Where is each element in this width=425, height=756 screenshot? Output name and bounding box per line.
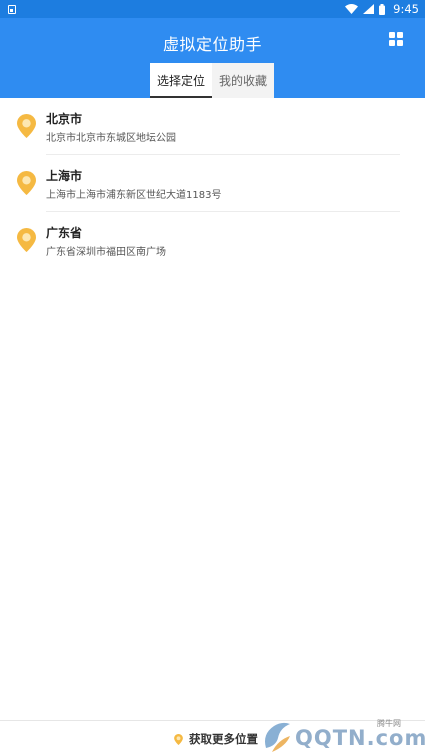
watermark-small-text: 腾牛网 xyxy=(377,719,401,728)
tab-favorites[interactable]: 我的收藏 xyxy=(212,63,274,98)
location-name: 上海市 xyxy=(46,169,83,183)
status-left xyxy=(8,4,16,14)
status-bar: 9:45 xyxy=(0,0,425,18)
location-pin-icon xyxy=(17,114,36,138)
location-pin-icon xyxy=(17,171,36,195)
notification-icon xyxy=(8,4,16,14)
list-item[interactable]: 北京市 北京市北京市东城区地坛公园 xyxy=(0,98,425,155)
grid-menu-icon[interactable] xyxy=(389,32,403,46)
page-title: 虚拟定位助手 xyxy=(162,35,262,54)
tab-select-location[interactable]: 选择定位 xyxy=(150,63,212,98)
location-name: 北京市 xyxy=(46,112,83,126)
location-address: 上海市上海市浦东新区世纪大道1183号 xyxy=(46,190,222,201)
location-list: 北京市 北京市北京市东城区地坛公园 上海市 上海市上海市浦东新区世纪大道1183… xyxy=(0,98,425,269)
watermark-logo-icon xyxy=(265,722,290,752)
watermark: QQTN.com 腾牛网 xyxy=(258,714,425,756)
location-address: 广东省深圳市福田区南广场 xyxy=(46,247,166,258)
location-name: 广东省 xyxy=(46,226,83,240)
get-more-locations-button[interactable]: 获取更多位置 xyxy=(174,731,258,747)
wifi-icon xyxy=(345,4,359,14)
get-more-locations-label: 获取更多位置 xyxy=(189,732,258,746)
status-time: 9:45 xyxy=(393,2,419,16)
status-right: 9:45 xyxy=(345,2,419,16)
list-item[interactable]: 广东省 广东省深圳市福田区南广场 xyxy=(0,212,425,269)
location-pin-icon xyxy=(17,228,36,252)
location-address: 北京市北京市东城区地坛公园 xyxy=(46,133,176,144)
app-header: 虚拟定位助手 选择定位 我的收藏 xyxy=(0,18,425,98)
location-pin-icon xyxy=(174,733,183,745)
signal-icon xyxy=(363,4,375,14)
battery-icon xyxy=(379,3,386,15)
list-item[interactable]: 上海市 上海市上海市浦东新区世纪大道1183号 xyxy=(0,155,425,212)
tab-bar: 选择定位 我的收藏 xyxy=(150,63,274,98)
watermark-text: QQTN.com xyxy=(295,726,425,750)
